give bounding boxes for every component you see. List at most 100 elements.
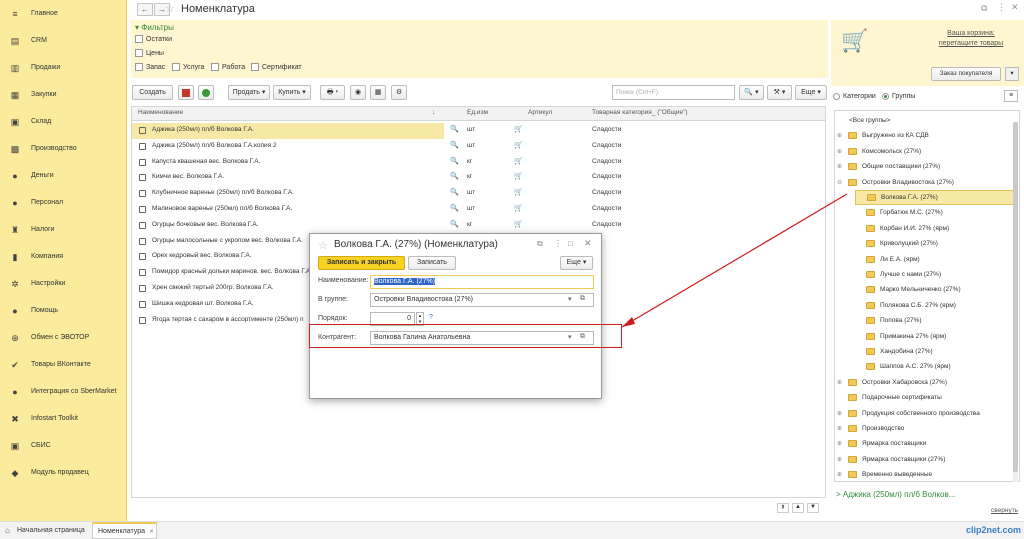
sidebar-item[interactable]: ▤ CRM [0,27,127,54]
checkbox-usluga[interactable]: Услуга [172,63,204,71]
sidebar-item[interactable]: ≡ Главное [0,0,127,27]
link-icon[interactable]: ⧉ [537,239,543,249]
cart-icon[interactable]: 🛒 [514,172,523,180]
more-button[interactable]: Еще ▾ [560,256,593,270]
back-button[interactable]: ← [137,3,153,16]
checkbox-box[interactable] [135,49,143,57]
close-icon[interactable]: ✕ [584,238,592,249]
radio-categories[interactable]: Категории [833,93,876,100]
tree-item[interactable]: Хандобина (27%) [855,344,1015,359]
sidebar-item[interactable]: ● Деньги [0,162,127,189]
home-tab[interactable]: Начальная страница [17,527,85,534]
search-icon[interactable]: 🔍 [450,188,459,196]
table-row[interactable]: Капуста квашеная вес. Волкова Г.А. 🔍 кг 🛒 Сл… [132,155,825,171]
more-button[interactable]: Еще ▾ [795,85,827,100]
star-icon[interactable]: ☆ [318,239,328,252]
tree-item[interactable]: <Все группы> [837,113,1015,128]
cart-icon[interactable]: 🛒 [514,141,523,149]
save-button[interactable]: Записать [408,256,456,270]
checkbox-sertifikat[interactable]: Сертификат [251,63,302,71]
tree-item[interactable]: ⊕ Ярмарка поставщики [837,436,1015,451]
link-icon[interactable]: ⧉ [981,3,987,14]
tools-icon[interactable]: ⚒ ▾ [767,85,792,100]
sidebar-item[interactable]: ✔ Товары ВКонтакте [0,351,127,378]
checkbox-box[interactable] [211,63,219,71]
cart-icon[interactable]: 🛒 [514,157,523,165]
open-icon[interactable]: ⧉ [580,295,585,303]
radio-icon[interactable] [833,93,840,100]
gear-icon[interactable]: ⚙ [391,85,407,100]
tab-nomenclature[interactable]: Номенклатура ✕ [92,522,157,539]
expand-icon[interactable]: ⊕ [837,471,846,478]
tree-item[interactable]: ⊖ Островки Владивостока (27%) [837,175,1015,190]
tree-item[interactable]: Примакина 27% (ярм) [855,329,1015,344]
tree-item[interactable]: Лучше с нами (27%) [855,267,1015,282]
search-icon[interactable]: 🔍 [450,220,459,228]
refresh-icon[interactable] [198,85,214,100]
tree-item[interactable]: Ли Е.А. (ярм) [855,252,1015,267]
expand-icon[interactable]: ⊕ [837,132,846,139]
tree-item[interactable]: Криволуцкий (27%) [855,236,1015,251]
tree-item[interactable]: ⊕ Временно выведенные [837,467,1015,481]
tree-item[interactable]: Марко Мельниченко (27%) [855,282,1015,297]
tree-item[interactable]: ⊕ Производство [837,421,1015,436]
cart-icon[interactable]: 🛒 [514,220,523,228]
current-item-link[interactable]: > Аджика (250мл) пл/б Волков... [836,490,955,499]
search-icon[interactable]: 🔍 [450,141,459,149]
sidebar-item[interactable]: ✲ Настройки [0,270,127,297]
excel-icon[interactable] [178,85,194,100]
checkbox-ostatki[interactable]: Остатки [135,35,172,43]
dropdown-icon[interactable]: ▾ [568,295,572,303]
expand-icon[interactable]: ⊕ [837,379,846,386]
create-button[interactable]: Создать [132,85,173,100]
scroll-top-icon[interactable]: ⇞ [777,503,789,513]
header-article[interactable]: Артикул [528,109,552,116]
table-row[interactable]: Аджика (250мл) пл/б Волкова Г.А.копия 2 🔍… [132,139,825,155]
search-icon[interactable]: 🔍 ▾ [739,85,764,100]
eye-icon[interactable]: ◉ [350,85,366,100]
customer-order-button[interactable]: Заказ покупателя [931,67,1001,81]
sidebar-item[interactable]: ▮ Компания [0,243,127,270]
star-icon[interactable]: ☆ [165,2,175,15]
list-menu-icon[interactable]: ≡ [1004,90,1018,102]
checkbox-ceny[interactable]: Цены [135,49,164,57]
search-icon[interactable]: 🔍 [450,204,459,212]
sidebar-item[interactable]: ● Персонал [0,189,127,216]
maximize-icon[interactable]: □ [568,239,573,248]
sidebar-item[interactable]: ▩ Производство [0,135,127,162]
checkbox-box[interactable] [135,35,143,43]
tree-item[interactable]: Корбан И.И. 27% (ярм) [855,221,1015,236]
barcode-icon[interactable]: ▦ [370,85,386,100]
checkbox-box[interactable] [135,63,143,71]
save-and-close-button[interactable]: Записать и закрыть [318,256,405,270]
close-tab-icon[interactable]: ✕ [149,528,154,535]
home-icon[interactable]: ⌂ [5,526,10,535]
expand-icon[interactable]: ⊕ [837,425,846,432]
scroll-thumb[interactable] [1013,122,1018,472]
tree-item[interactable]: Полякова С.Б. 27% (ярм) [855,298,1015,313]
header-name[interactable]: Наименование [138,109,183,116]
sidebar-item[interactable]: ● Помощь [0,297,127,324]
sidebar-item[interactable]: ✖ Infostart Toolkit [0,405,127,432]
sidebar-item[interactable]: ♜ Налоги [0,216,127,243]
sort-icon[interactable]: ↓ [432,109,435,116]
tree-item[interactable]: ⊕ Продукция собственного производства [837,406,1015,421]
cart-icon[interactable]: 🛒 [514,125,523,133]
search-icon[interactable]: 🔍 [450,157,459,165]
sidebar-item[interactable]: ⊕ Обмен с ЭВОТОР [0,324,127,351]
checkbox-zapas[interactable]: Запас [135,63,165,71]
name-field[interactable]: Волкова Г.А. (27%) [370,275,594,289]
sidebar-item[interactable]: ▣ Склад [0,108,127,135]
group-field[interactable]: Островки Владивостока (27%) [370,293,594,307]
tree-item[interactable]: ⊕ Ярмарка поставщики (27%) [837,452,1015,467]
close-icon[interactable]: ✕ [1011,2,1019,13]
tree-item[interactable]: Попова (27%) [855,313,1015,328]
collapse-link[interactable]: свернуть [991,507,1018,514]
table-row[interactable]: Аджика (250мл) пл/б Волкова Г.А. 🔍 шт 🛒 Слад… [132,123,825,139]
tree-item[interactable]: Волкова Г.А. (27%) [855,190,1015,205]
tree-item[interactable]: ⊕ Комсомольск (27%) [837,144,1015,159]
menu-dots-icon[interactable]: ⋮ [997,2,1006,13]
cart-icon[interactable]: 🛒 [514,188,523,196]
header-category[interactable]: Товарная категория_ ("Общие") [592,109,688,116]
tree-item[interactable]: Подарочные сертификаты [837,390,1015,405]
